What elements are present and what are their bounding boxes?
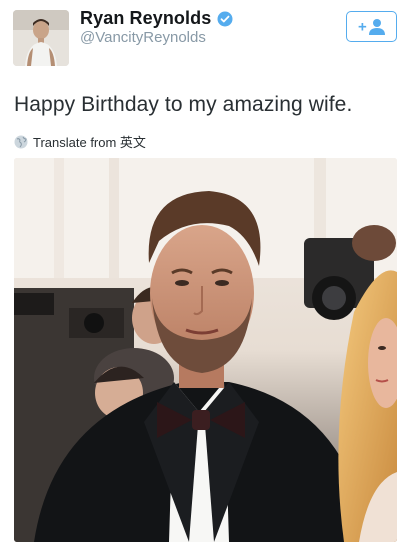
globe-icon [14, 135, 28, 148]
user-handle[interactable]: @VancityReynolds [80, 29, 206, 46]
follow-button[interactable]: + [346, 11, 397, 42]
photo-image [14, 158, 397, 542]
tweet-text: Happy Birthday to my amazing wife. [14, 93, 353, 116]
translate-label[interactable]: Translate from 英文 [33, 132, 146, 151]
translate-link[interactable]: Translate from 英文 [14, 132, 146, 151]
avatar-image [13, 10, 69, 66]
display-name[interactable]: Ryan Reynolds [80, 8, 211, 29]
name-row: Ryan Reynolds [80, 8, 233, 29]
tweet-header: Ryan Reynolds @VancityReynolds + [0, 0, 400, 74]
follow-person-icon: + [358, 18, 385, 35]
avatar[interactable] [13, 10, 69, 66]
tweet-photo[interactable] [14, 158, 397, 542]
verified-badge-icon [217, 11, 233, 26]
follow-plus-label: + [358, 18, 367, 35]
